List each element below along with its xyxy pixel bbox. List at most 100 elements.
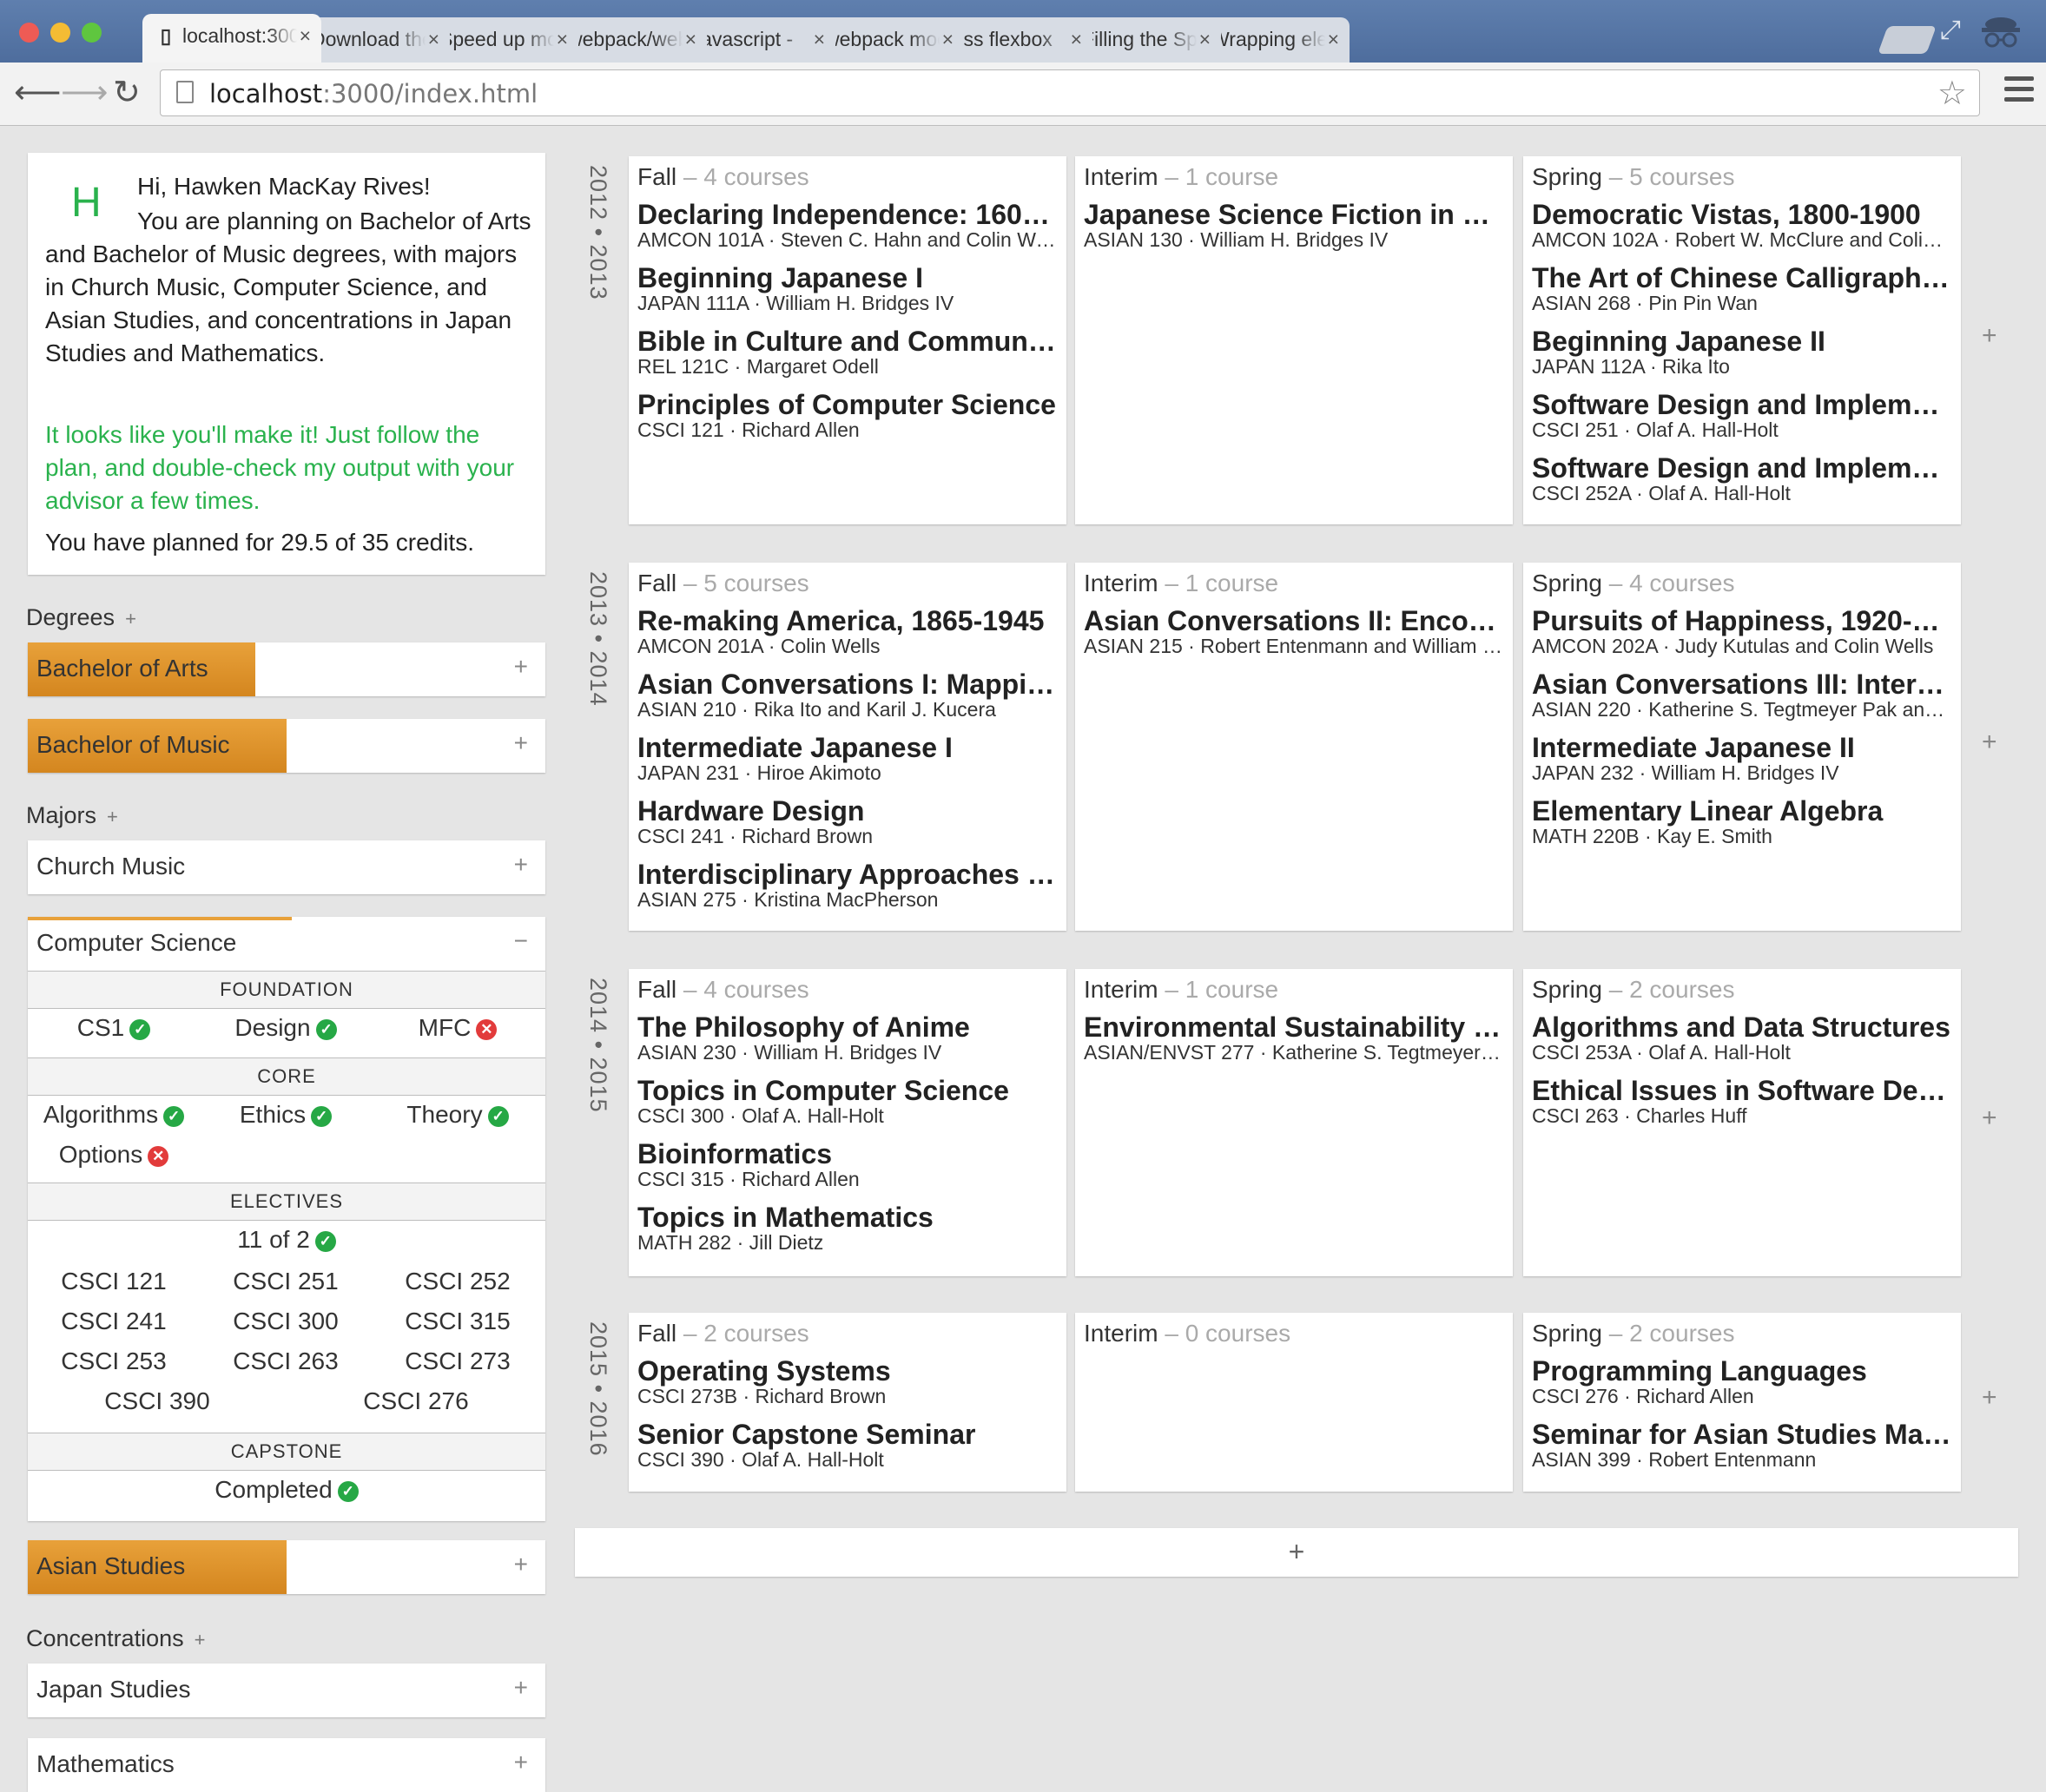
tab-title: webpack/webpack <box>568 28 683 50</box>
area-bachelor-of-arts[interactable]: Bachelor of Arts + <box>28 642 545 696</box>
minimize-window-icon[interactable] <box>50 23 70 43</box>
area-japan-studies[interactable]: Japan Studies + <box>28 1664 545 1717</box>
course-item[interactable]: Operating Systems CSCI 273B · Richard Bro… <box>637 1354 1058 1408</box>
add-term-button[interactable]: + <box>1982 1383 1997 1413</box>
course-item[interactable]: Environmental Sustainability in AsiaASIA… <box>1084 1011 1504 1064</box>
course-item[interactable]: Seminar for Asian Studies Majors ASIAN 39… <box>1532 1418 1952 1472</box>
tab-close-icon[interactable]: × <box>557 28 568 51</box>
course-title: Pursuits of Happiness, 1920-Present <box>1532 605 1952 636</box>
course-title: Seminar for Asian Studies Majors <box>1532 1419 1952 1450</box>
course-item[interactable]: The Philosophy of Anime ASIAN 230 · Willi… <box>637 1011 1058 1064</box>
course-item[interactable]: Bible in Culture and Community REL 121C ·… <box>637 325 1058 379</box>
area-label[interactable]: Computer Science <box>36 929 236 957</box>
plan-summary: You are planning on Bachelor of Arts and… <box>45 208 531 366</box>
add-concentration-button[interactable]: + <box>195 1629 206 1650</box>
tab-close-icon[interactable]: × <box>1071 28 1082 51</box>
expand-button[interactable]: + <box>514 851 528 879</box>
course-item[interactable]: Ethical Issues in Software Design CSCI 26… <box>1532 1074 1952 1128</box>
add-term-button[interactable]: + <box>1982 728 1997 757</box>
area-label: Mathematics <box>36 1750 175 1777</box>
elective-course[interactable]: CSCI 241 <box>28 1308 200 1335</box>
elective-course[interactable]: CSCI 251 <box>200 1268 372 1295</box>
course-item[interactable]: Interdisciplinary Approaches to AsiaASIA… <box>637 858 1058 912</box>
elective-course[interactable]: CSCI 121 <box>28 1268 200 1295</box>
fullscreen-icon[interactable]: ⤢ <box>1940 16 1961 45</box>
course-item[interactable]: Pursuits of Happiness, 1920-PresentAMCON… <box>1532 604 1952 658</box>
browser-tab[interactable]: ▯ localhost:3000/index.html× <box>142 14 321 63</box>
course-item[interactable]: Declaring Independence: 1607-1865AMCON 1… <box>637 198 1058 252</box>
course-item[interactable]: Asian Conversations III: Interpreting As… <box>1532 668 1952 721</box>
course-item[interactable]: Intermediate Japanese II JAPAN 232 · Will… <box>1532 731 1952 785</box>
forward-arrow-icon[interactable]: ⟶ <box>61 73 108 112</box>
tab-close-icon[interactable]: × <box>814 28 825 51</box>
expand-button[interactable]: + <box>514 1749 528 1776</box>
reload-icon[interactable]: ↻ <box>113 73 141 112</box>
tab-close-icon[interactable]: × <box>685 28 696 51</box>
error-icon: ✕ <box>476 1019 498 1040</box>
elective-course[interactable]: CSCI 276 <box>287 1387 545 1415</box>
course-item[interactable]: Senior Capstone Seminar CSCI 390 · Olaf A… <box>637 1418 1058 1472</box>
bookmark-star-icon[interactable]: ☆ <box>1937 74 1967 112</box>
back-arrow-icon[interactable]: ⟵ <box>14 73 61 112</box>
maximize-window-icon[interactable] <box>82 23 102 43</box>
course-item[interactable]: Topics in Mathematics MATH 282 · Jill Die… <box>637 1201 1058 1255</box>
course-item[interactable]: Asian Conversations I: Mapping the SelfA… <box>637 668 1058 721</box>
tab-close-icon[interactable]: × <box>942 28 954 51</box>
course-item[interactable]: Democratic Vistas, 1800-1900 AMCON 102A ·… <box>1532 198 1952 252</box>
tab-close-icon[interactable]: × <box>1328 28 1339 51</box>
elective-course[interactable]: CSCI 263 <box>200 1347 372 1375</box>
area-bachelor-of-music[interactable]: Bachelor of Music + <box>28 719 545 773</box>
course-title: Intermediate Japanese I <box>637 732 953 763</box>
course-item[interactable]: Re-making America, 1865-1945 AMCON 201A ·… <box>637 604 1058 658</box>
tab-close-icon[interactable]: × <box>300 24 311 48</box>
elective-course[interactable]: CSCI 300 <box>200 1308 372 1335</box>
course-title: Ethical Issues in Software Design <box>1532 1075 1952 1106</box>
collapse-button[interactable]: − <box>514 927 528 955</box>
elective-course[interactable]: CSCI 253 <box>28 1347 200 1375</box>
course-item[interactable]: Beginning Japanese I JAPAN 111A · William… <box>637 261 1058 315</box>
tab-close-icon[interactable]: × <box>1199 28 1211 51</box>
term-heading: Interim – 1 course <box>1084 163 1278 191</box>
course-item[interactable]: Programming Languages CSCI 276 · Richard … <box>1532 1354 1952 1408</box>
add-term-button[interactable]: + <box>1982 1104 1997 1133</box>
close-window-icon[interactable] <box>19 23 39 43</box>
term-interim: Interim – 1 course Asian Conversations II… <box>1075 563 1513 931</box>
elective-course[interactable]: CSCI 390 <box>28 1387 287 1415</box>
course-item[interactable]: Topics in Computer Science CSCI 300 · Ola… <box>637 1074 1058 1128</box>
address-bar[interactable]: localhost:3000/index.html ☆ <box>160 69 1980 116</box>
course-meta: ASIAN 399 · Robert Entenmann <box>1532 1448 1817 1471</box>
expand-button[interactable]: + <box>514 1674 528 1702</box>
expand-button[interactable]: + <box>514 729 528 757</box>
expand-button[interactable]: + <box>514 1551 528 1578</box>
course-item[interactable]: Principles of Computer Science CSCI 121 ·… <box>637 388 1058 442</box>
course-meta: MATH 220B · Kay E. Smith <box>1532 825 1772 847</box>
course-item[interactable]: Asian Conversations II: EncountersASIAN … <box>1084 604 1504 658</box>
course-item[interactable]: The Art of Chinese Calligraphy: History … <box>1532 261 1952 315</box>
area-mathematics[interactable]: Mathematics + <box>28 1738 545 1792</box>
elective-course[interactable]: CSCI 315 <box>372 1308 544 1335</box>
course-item[interactable]: Software Design and ImplementationCSCI 2… <box>1532 388 1952 442</box>
course-item[interactable]: Elementary Linear Algebra MATH 220B · Kay… <box>1532 794 1952 848</box>
add-term-button[interactable]: + <box>1982 321 1997 351</box>
chrome-menu-icon[interactable] <box>2004 76 2034 109</box>
elective-course[interactable]: CSCI 273 <box>372 1347 544 1375</box>
year-label: 2015 • 2016 <box>585 1321 611 1457</box>
course-item[interactable]: Bioinformatics CSCI 315 · Richard Allen <box>637 1137 1058 1191</box>
course-item[interactable]: Japanese Science Fiction in Global Persp… <box>1084 198 1504 252</box>
course-item[interactable]: Intermediate Japanese I JAPAN 231 · Hiroe… <box>637 731 1058 785</box>
add-year-button[interactable]: + <box>575 1528 2018 1577</box>
course-item[interactable]: Algorithms and Data Structures CSCI 253A … <box>1532 1011 1952 1064</box>
course-item[interactable]: Hardware Design CSCI 241 · Richard Brown <box>637 794 1058 848</box>
area-church-music[interactable]: Church Music + <box>28 840 545 894</box>
tab-close-icon[interactable]: × <box>428 28 439 51</box>
new-tab-button[interactable] <box>1878 26 1937 54</box>
expand-button[interactable]: + <box>514 653 528 681</box>
add-degree-button[interactable]: + <box>125 608 136 629</box>
add-major-button[interactable]: + <box>107 806 118 827</box>
course-item[interactable]: Software Design and Implementation LabCS… <box>1532 451 1952 505</box>
concentrations-heading: Concentrations + <box>26 1625 206 1651</box>
course-item[interactable]: Beginning Japanese II JAPAN 112A · Rika I… <box>1532 325 1952 379</box>
elective-course[interactable]: CSCI 252 <box>372 1268 544 1295</box>
area-asian-studies[interactable]: Asian Studies + <box>28 1540 545 1594</box>
requirement-mfc: MFC ✕ <box>372 1014 544 1042</box>
